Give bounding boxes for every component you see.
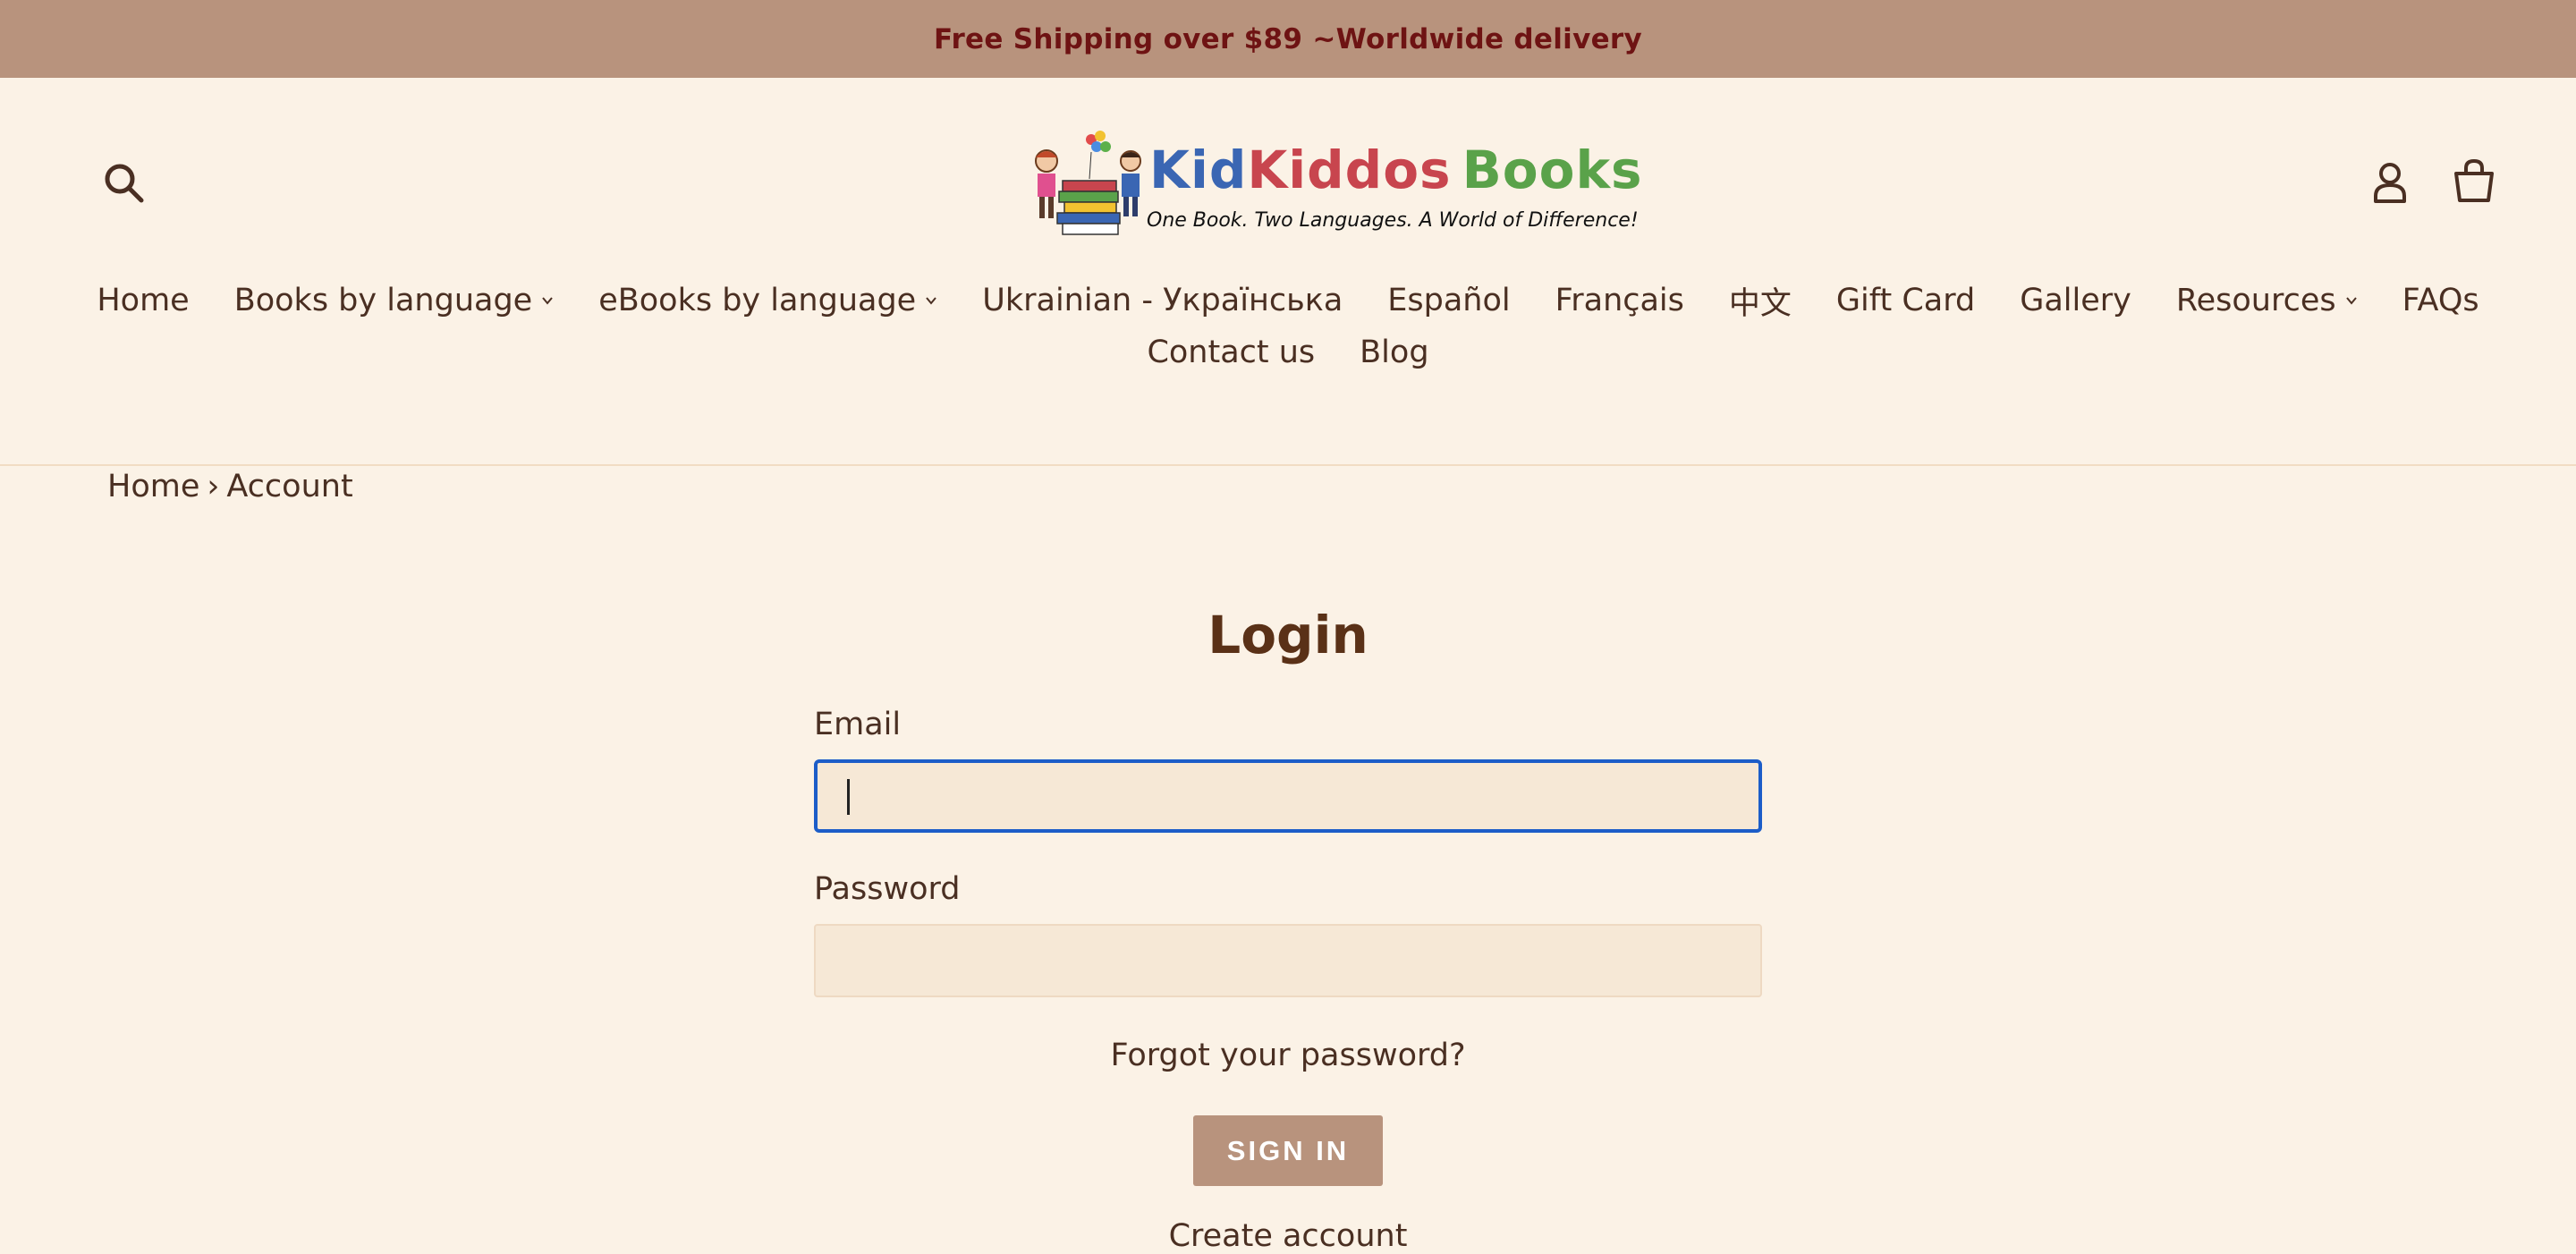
nav-item-resources[interactable]: Resources	[2176, 283, 2358, 318]
nav-item-ukrainian[interactable]: Ukrainian - Українська	[982, 283, 1343, 318]
header-divider	[0, 464, 2576, 466]
nav-row-secondary: Contact us Blog	[0, 326, 2576, 379]
text-cursor	[847, 779, 850, 815]
sign-in-button[interactable]: SIGN IN	[1193, 1115, 1383, 1186]
cart-button[interactable]	[2451, 158, 2497, 204]
chevron-down-icon	[2345, 297, 2357, 305]
email-field[interactable]	[814, 759, 1762, 833]
nav-item-faqs[interactable]: FAQs	[2402, 283, 2479, 318]
logo-kids-books-icon	[1035, 131, 1141, 235]
email-label: Email	[814, 707, 902, 742]
nav-item-label: Resources	[2175, 283, 2336, 318]
breadcrumb: Home › Account	[107, 469, 353, 504]
nav-item-ebooks-by-language[interactable]: eBooks by language	[598, 283, 937, 318]
nav-row-primary: Home Books by language eBooks by languag…	[0, 274, 2576, 327]
chevron-down-icon	[542, 297, 553, 305]
nav-item-chinese[interactable]: 中文	[1729, 278, 1792, 324]
announcement-text: Free Shipping over $89 ~Worldwide delive…	[933, 22, 1643, 55]
nav-item-francais[interactable]: Français	[1555, 283, 1684, 318]
cart-icon	[2454, 158, 2494, 202]
nav-item-blog[interactable]: Blog	[1360, 335, 1428, 370]
user-icon	[2374, 163, 2406, 203]
breadcrumb-home-link[interactable]: Home	[107, 469, 199, 504]
nav-item-label: eBooks by language	[598, 283, 917, 318]
password-label: Password	[814, 871, 961, 907]
announcement-bar: Free Shipping over $89 ~Worldwide delive…	[0, 0, 2576, 78]
search-icon	[105, 164, 144, 203]
main-navigation: Home Books by language eBooks by languag…	[0, 274, 2576, 379]
logo-wordmark: KidKiddos Books	[1149, 140, 1643, 200]
nav-item-label: Books by language	[233, 283, 533, 318]
search-button[interactable]	[102, 161, 147, 206]
breadcrumb-current: Account	[226, 469, 353, 504]
site-logo[interactable]: KidKiddos Books One Book. Two Languages. …	[1020, 127, 1642, 239]
nav-item-books-by-language[interactable]: Books by language	[234, 283, 554, 318]
nav-item-contact-us[interactable]: Contact us	[1147, 335, 1315, 370]
nav-item-espanol[interactable]: Español	[1387, 283, 1510, 318]
nav-item-gallery[interactable]: Gallery	[2020, 283, 2131, 318]
page-title: Login	[1208, 605, 1368, 665]
create-account-link[interactable]: Create account	[0, 1218, 2576, 1254]
forgot-password-link[interactable]: Forgot your password?	[0, 1038, 2576, 1073]
nav-item-gift-card[interactable]: Gift Card	[1836, 283, 1975, 318]
breadcrumb-separator: ›	[207, 469, 220, 504]
chevron-down-icon	[926, 297, 936, 305]
password-field[interactable]	[814, 924, 1762, 997]
account-button[interactable]	[2372, 162, 2408, 203]
nav-item-home[interactable]: Home	[97, 283, 189, 318]
logo-tagline: One Book. Two Languages. A World of Diff…	[1147, 209, 1639, 232]
